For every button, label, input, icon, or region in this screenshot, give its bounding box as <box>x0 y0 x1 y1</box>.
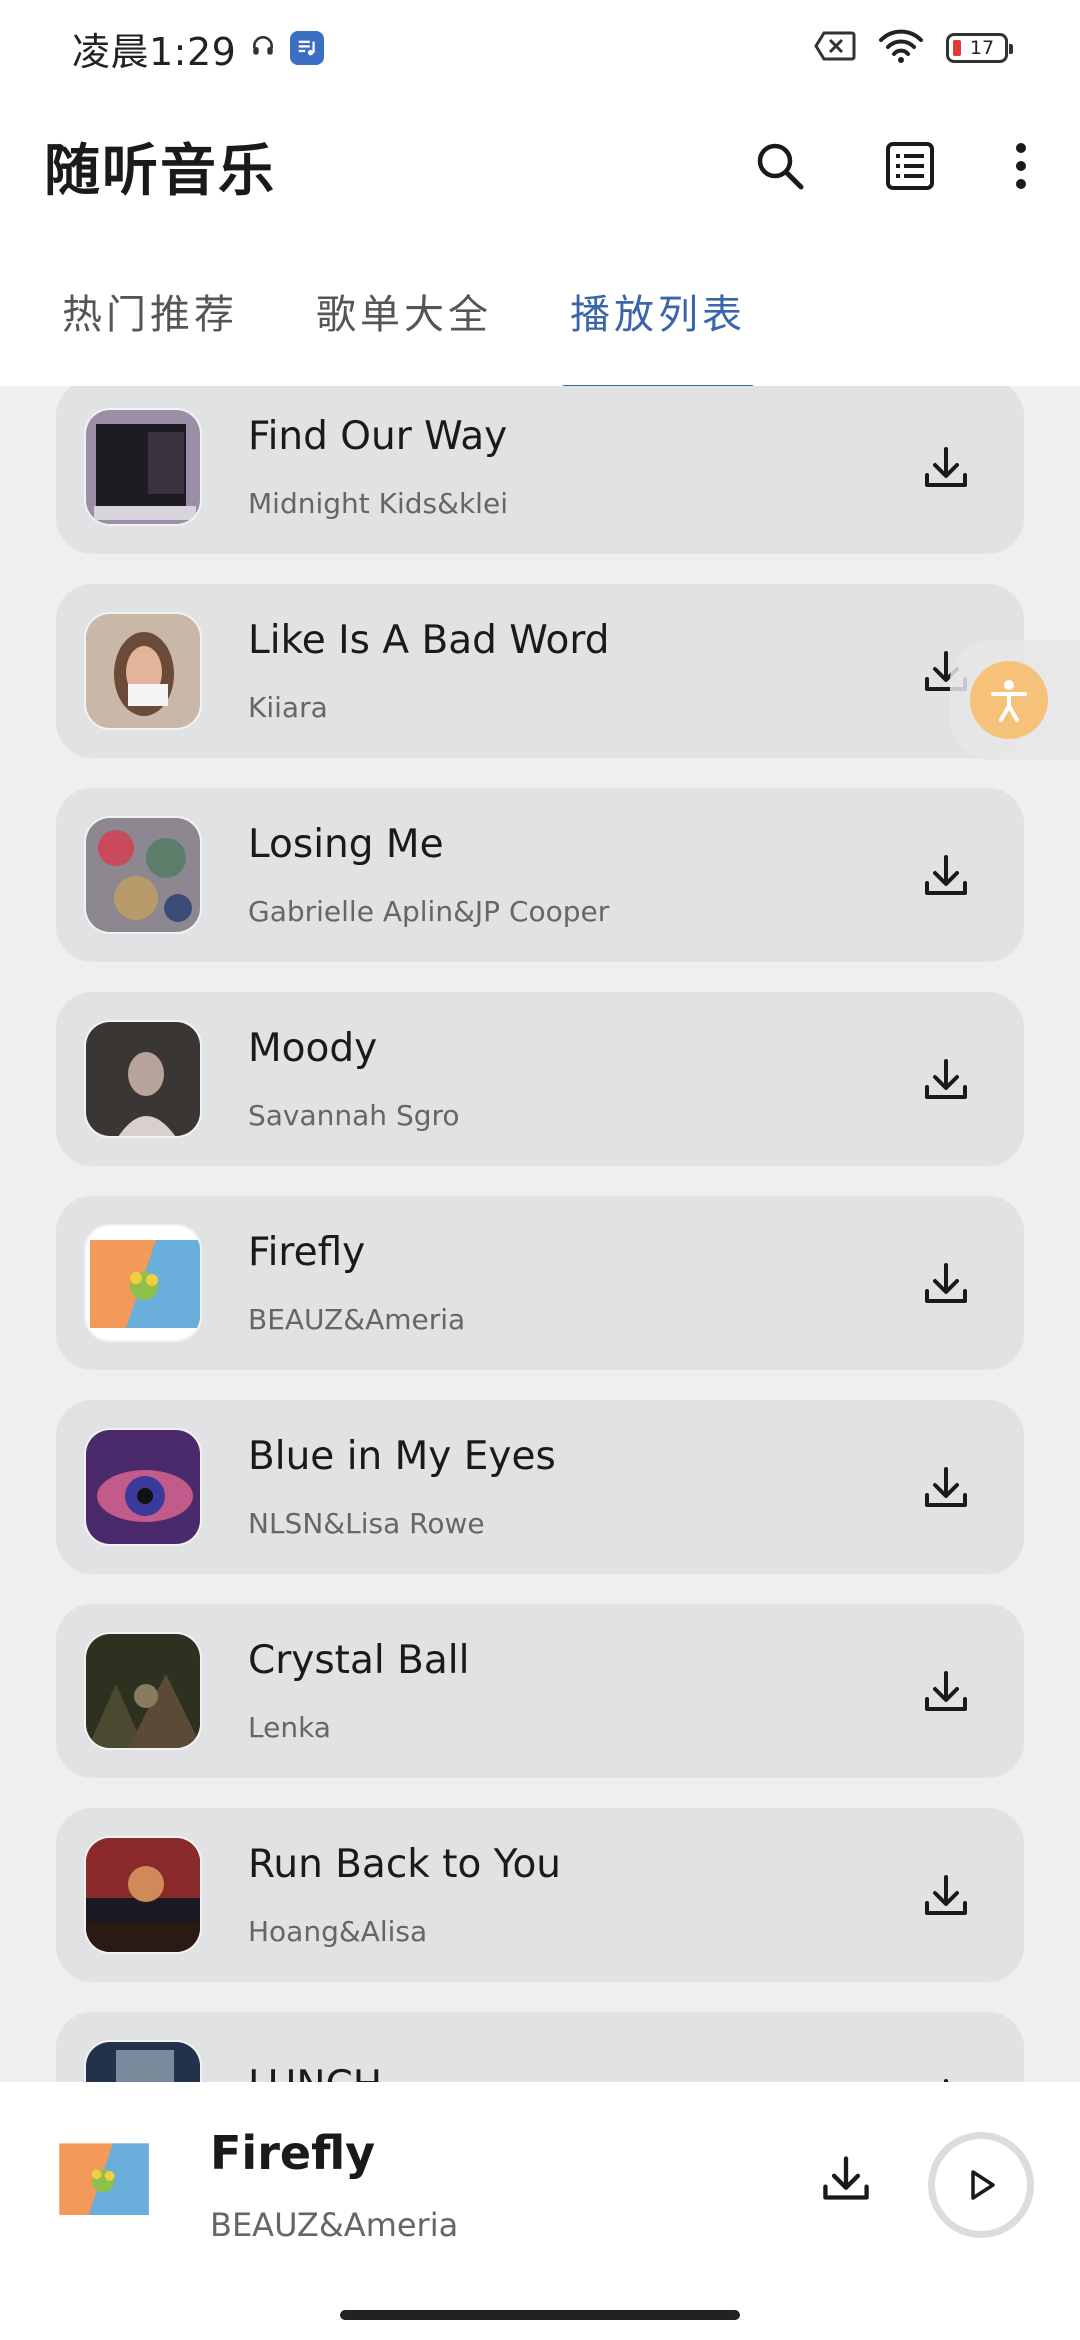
status-time: 凌晨1:29 <box>72 29 237 74</box>
play-button[interactable] <box>928 2132 1034 2238</box>
song-list[interactable]: Find Our Way Midnight Kids&klei Like Is … <box>0 386 1080 2082</box>
download-icon[interactable] <box>916 1049 976 1109</box>
song-artist: Lenka <box>248 1711 331 1744</box>
song-artist: Hoang&Alisa <box>248 1915 428 1948</box>
album-cover <box>84 1020 202 1138</box>
tab-hot-recommend[interactable]: 热门推荐 <box>58 272 242 350</box>
song-title: Like Is A Bad Word <box>248 618 610 663</box>
album-cover <box>84 408 202 526</box>
tab-play-queue[interactable]: 播放列表 <box>562 272 754 390</box>
accessibility-float-button[interactable] <box>950 640 1080 760</box>
song-title: Blue in My Eyes <box>248 1434 556 1479</box>
mini-player[interactable]: Firefly BEAUZ&Ameria <box>0 2082 1080 2340</box>
music-app-notification-icon <box>290 31 325 65</box>
search-icon[interactable] <box>746 132 814 200</box>
player-album-cover[interactable] <box>56 2132 152 2228</box>
album-cover <box>84 816 202 934</box>
battery-level: 17 <box>969 37 995 59</box>
app-title: 随听音乐 <box>44 138 276 204</box>
headphones-icon <box>250 33 276 63</box>
download-icon[interactable] <box>916 1457 976 1517</box>
album-cover <box>84 2040 202 2082</box>
tab-playlists[interactable]: 歌单大全 <box>312 272 496 350</box>
app-bar: 随听音乐 <box>0 96 1080 236</box>
list-item[interactable]: Losing Me Gabrielle Aplin&JP Cooper <box>56 788 1024 962</box>
status-bar: 凌晨1:29 17 <box>0 0 1080 96</box>
download-icon[interactable] <box>916 2069 976 2082</box>
list-item[interactable]: Moody Savannah Sgro <box>56 992 1024 1166</box>
sim-off-icon <box>814 30 856 66</box>
tab-bar: 热门推荐 歌单大全 播放列表 <box>0 236 1080 390</box>
song-artist: Savannah Sgro <box>248 1099 460 1132</box>
song-artist: Midnight Kids&klei <box>248 487 508 520</box>
list-item[interactable]: Run Back to You Hoang&Alisa <box>56 1808 1024 1982</box>
list-item[interactable]: Crystal Ball Lenka <box>56 1604 1024 1778</box>
download-icon[interactable] <box>916 1865 976 1925</box>
battery-indicator: 17 <box>946 33 1013 63</box>
song-title: Firefly <box>248 1230 366 1275</box>
album-cover <box>84 1836 202 1954</box>
album-cover <box>84 1428 202 1546</box>
download-icon[interactable] <box>916 1661 976 1721</box>
download-icon[interactable] <box>916 845 976 905</box>
song-artist: Gabrielle Aplin&JP Cooper <box>248 895 610 928</box>
list-item[interactable]: LUNCH <box>56 2012 1024 2082</box>
home-indicator[interactable] <box>340 2310 740 2320</box>
list-item[interactable]: Like Is A Bad Word Kiiara <box>56 584 1024 758</box>
list-item[interactable]: Blue in My Eyes NLSN&Lisa Rowe <box>56 1400 1024 1574</box>
list-item[interactable]: Firefly BEAUZ&Ameria <box>56 1196 1024 1370</box>
song-title: LUNCH <box>248 2062 916 2082</box>
player-song-title: Firefly <box>210 2126 376 2180</box>
album-cover <box>84 612 202 730</box>
song-title: Moody <box>248 1026 378 1071</box>
song-artist: Kiiara <box>248 691 328 724</box>
download-icon[interactable] <box>916 437 976 497</box>
player-download-icon[interactable] <box>820 2152 880 2212</box>
song-artist: BEAUZ&Ameria <box>248 1303 466 1336</box>
song-title: Losing Me <box>248 822 444 867</box>
album-cover <box>84 1632 202 1750</box>
song-title: Find Our Way <box>248 414 508 459</box>
album-cover <box>84 1224 202 1342</box>
play-icon <box>971 2170 995 2200</box>
player-song-artist: BEAUZ&Ameria <box>210 2206 459 2244</box>
download-icon[interactable] <box>916 1253 976 1313</box>
song-title: Crystal Ball <box>248 1638 470 1683</box>
more-vert-icon[interactable] <box>1006 132 1036 200</box>
song-artist: NLSN&Lisa Rowe <box>248 1507 485 1540</box>
wifi-icon <box>878 28 924 68</box>
list-item[interactable]: Find Our Way Midnight Kids&klei <box>56 386 1024 554</box>
list-icon[interactable] <box>876 132 944 200</box>
accessibility-icon <box>970 661 1048 739</box>
song-title: Run Back to You <box>248 1842 562 1887</box>
